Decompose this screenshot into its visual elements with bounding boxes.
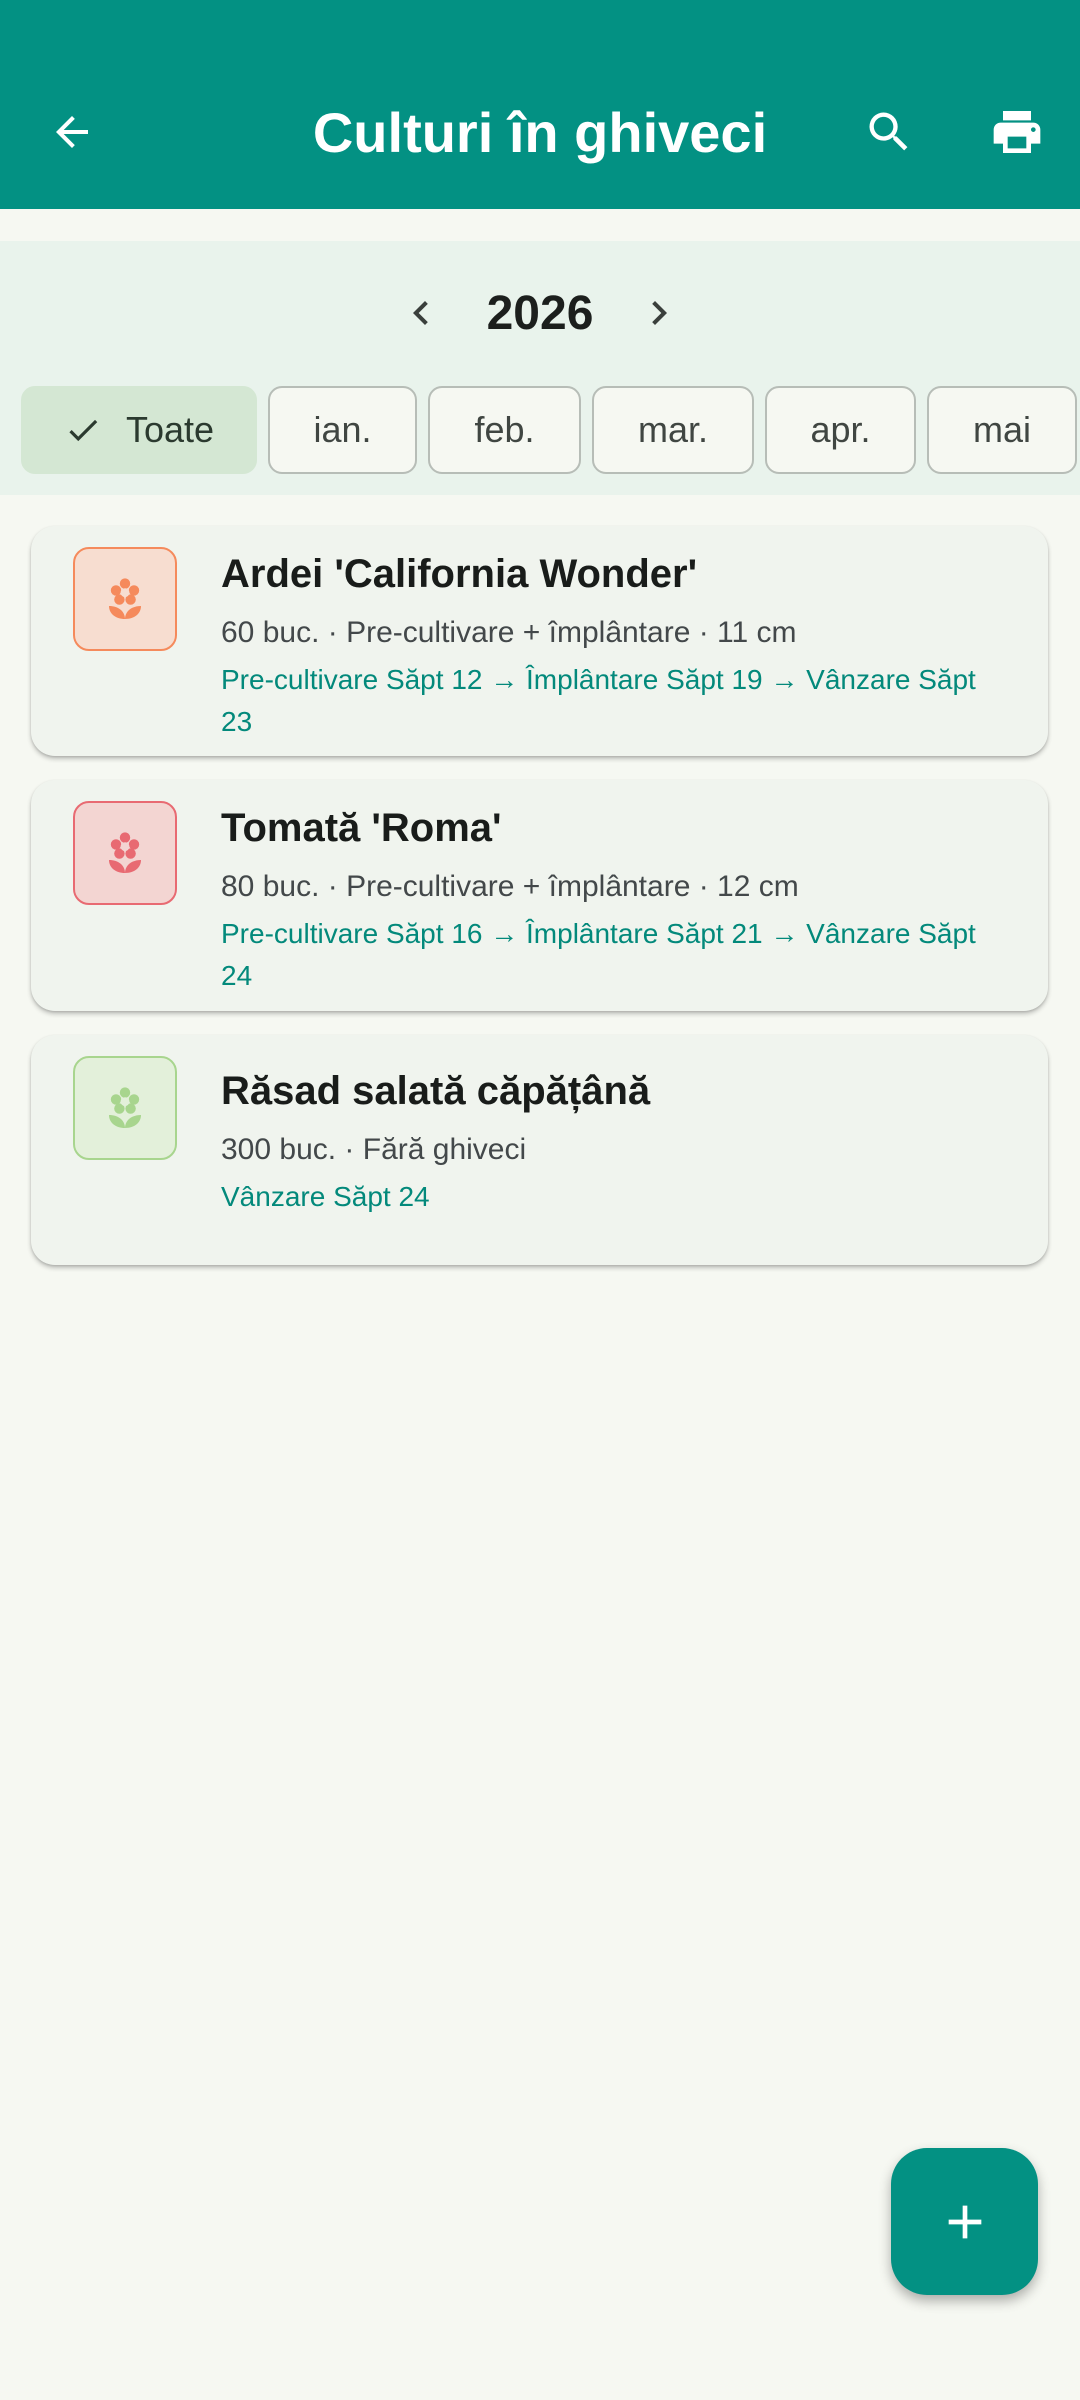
chevron-left-icon (413, 301, 428, 325)
flower-icon (109, 578, 141, 619)
chip-label: mar. (637, 409, 708, 450)
year-selector: 2026 (0, 241, 1080, 391)
chip-label: Toate (125, 409, 215, 450)
flower-icon (109, 1087, 141, 1128)
search-button[interactable] (853, 96, 925, 168)
print-icon (993, 111, 1041, 153)
chip-month-jan[interactable]: ian. (268, 386, 417, 474)
add-crop-button[interactable] (891, 2148, 1038, 2295)
next-year-button[interactable] (633, 287, 685, 339)
crop-card[interactable]: Ardei 'California Wonder' 60 buc. · Pre-… (31, 526, 1048, 756)
chip-month-mar[interactable]: mar. (592, 386, 754, 474)
chip-label: feb. (474, 409, 535, 450)
chip-label: apr. (810, 409, 871, 450)
chip-label: ian. (313, 409, 372, 450)
plus-icon (948, 2205, 981, 2238)
print-button[interactable] (981, 96, 1053, 168)
check-icon (69, 419, 98, 442)
crop-schedule: Pre-cultivare Săpt 16 → Împlântare Săpt … (221, 918, 976, 991)
crop-name: Răsad salată căpățână (221, 1069, 651, 1113)
crop-schedule: Vânzare Săpt 24 (221, 1181, 430, 1212)
chevron-right-icon (652, 301, 667, 325)
chip-label: mai (972, 409, 1031, 450)
crop-name: Ardei 'California Wonder' (221, 552, 698, 596)
chip-all[interactable]: Toate (21, 386, 257, 474)
crop-card[interactable]: Tomată 'Roma' 80 buc. · Pre-cultivare + … (31, 780, 1048, 1011)
chip-month-apr[interactable]: apr. (765, 386, 916, 474)
crop-details: 300 buc. · Fără ghiveci (221, 1133, 527, 1166)
year-label: 2026 (486, 287, 594, 340)
crop-schedule: Pre-cultivare Săpt 12 → Împlântare Săpt … (221, 664, 976, 737)
crop-details: 80 buc. · Pre-cultivare + împlântare · 1… (221, 870, 799, 903)
crop-card[interactable]: Răsad salată căpățână 300 buc. · Fără gh… (31, 1035, 1048, 1265)
app-bar: Culturi în ghiveci (0, 0, 1080, 209)
month-filter-chips: Toate ian. feb. mar. apr. mai (21, 386, 1080, 476)
search-icon (869, 112, 908, 151)
crop-thumbnail (73, 801, 177, 905)
crop-thumbnail (73, 1056, 177, 1160)
filter-panel: 2026 Toate ian. feb. mar. apr. mai (0, 241, 1080, 495)
crop-name: Tomată 'Roma' (221, 806, 502, 850)
flower-icon (109, 832, 141, 873)
chip-month-may[interactable]: mai (927, 386, 1077, 474)
crop-thumbnail (73, 547, 177, 651)
crop-details: 60 buc. · Pre-cultivare + împlântare · 1… (221, 616, 797, 649)
chip-month-feb[interactable]: feb. (428, 386, 581, 474)
